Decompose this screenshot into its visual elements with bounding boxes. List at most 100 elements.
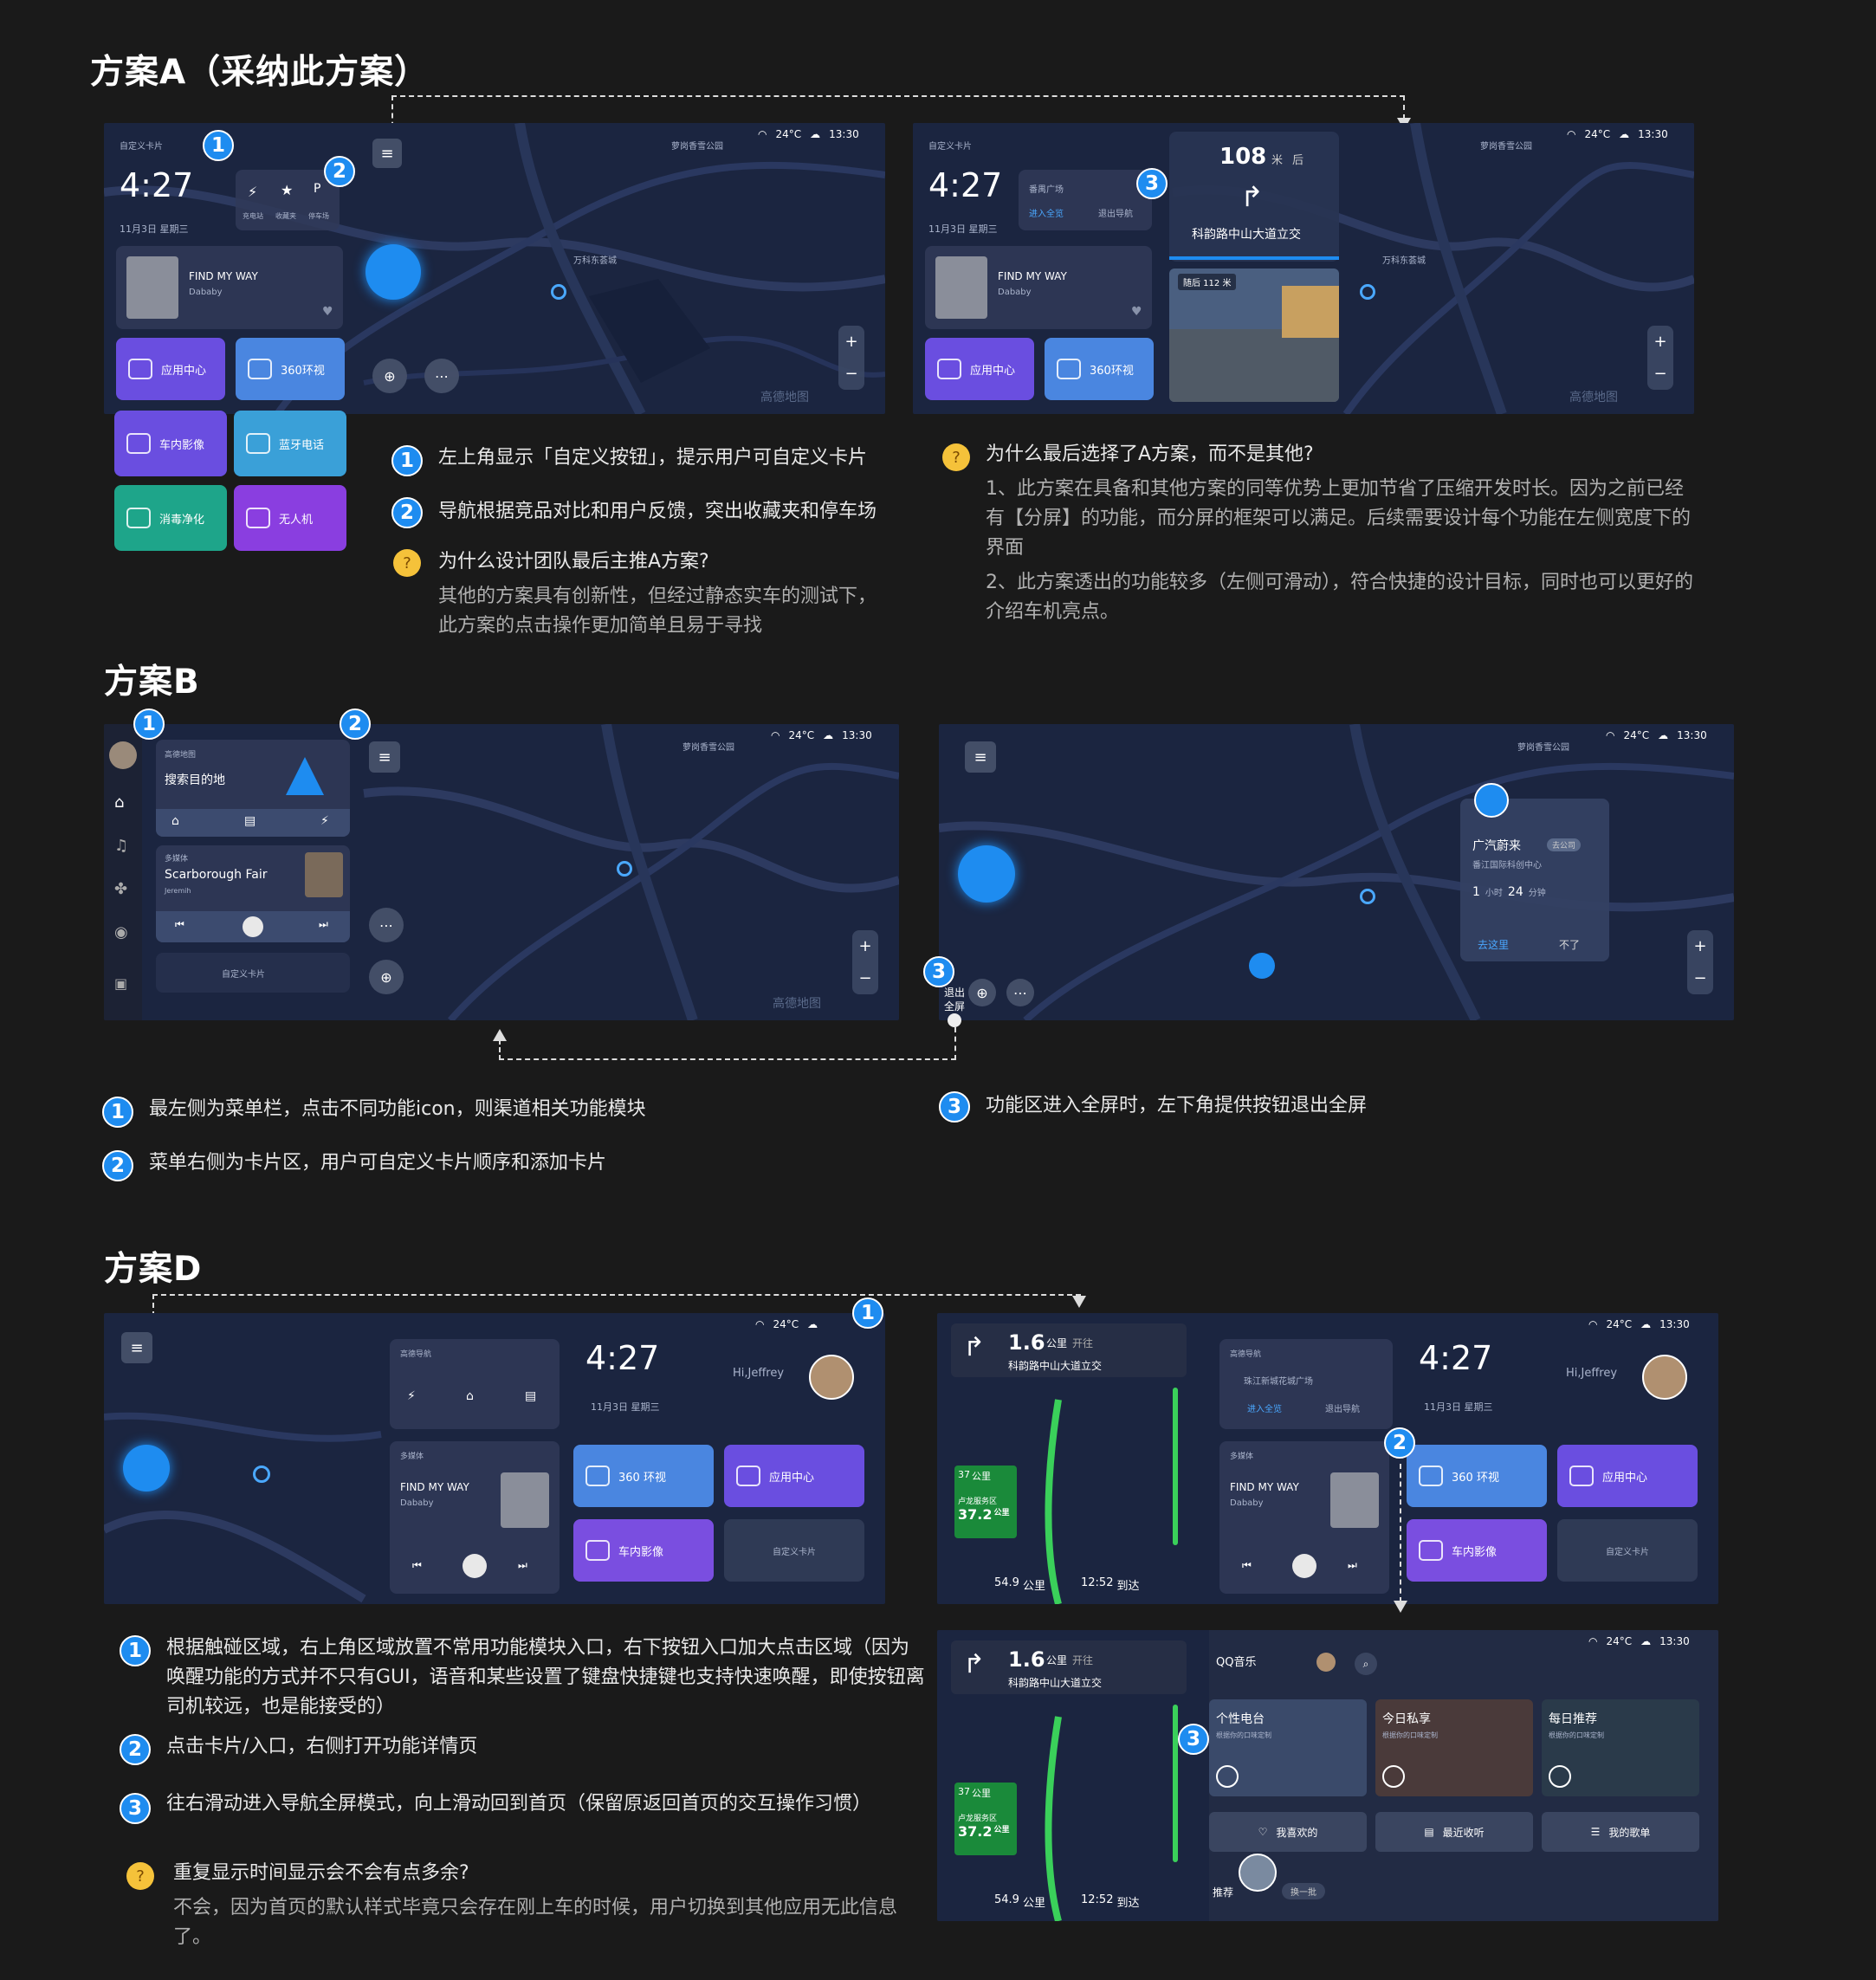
app-center-tile[interactable]: 应用中心: [1557, 1445, 1698, 1507]
nav-mini-card[interactable]: 高德导航 珠江新城花城广场 进入全览 退出导航: [1219, 1339, 1393, 1429]
search-dest[interactable]: 搜索目的地: [165, 771, 225, 788]
car-video-tile[interactable]: 车内影像: [114, 411, 227, 476]
pause-icon[interactable]: [1292, 1554, 1316, 1578]
search-icon[interactable]: ⌕: [1355, 1653, 1377, 1675]
nav-exit-button[interactable]: 退出导航: [1325, 1401, 1360, 1414]
heart-icon[interactable]: ♥: [1131, 305, 1142, 319]
play-icon[interactable]: [1216, 1765, 1239, 1788]
custom-card-label[interactable]: 自定义卡片: [928, 139, 972, 152]
play-icon[interactable]: [1382, 1765, 1405, 1788]
music-card[interactable]: 多媒体 FIND MY WAY Dababy ⏮ ⏭: [1219, 1441, 1389, 1594]
nav-full-button[interactable]: 进入全览: [1247, 1401, 1282, 1414]
home-icon[interactable]: ⌂: [466, 1389, 474, 1403]
avatar[interactable]: [109, 741, 137, 769]
exit-fullscreen-button[interactable]: 退出全屏: [944, 986, 968, 1013]
parking-icon[interactable]: P: [314, 182, 320, 196]
globe-icon[interactable]: ◉: [114, 923, 128, 941]
car-position-icon: [365, 244, 421, 300]
poi-card[interactable]: 广汽蔚来 去公司 番江国际科创中心 1 小时 24 分钟 去这里 不了: [1460, 783, 1609, 961]
work-icon[interactable]: ▤: [525, 1389, 536, 1403]
zoom-control[interactable]: + −: [1647, 326, 1673, 390]
menu-icon[interactable]: ≡: [372, 139, 402, 168]
play-icon[interactable]: [1549, 1765, 1571, 1788]
apps-icon[interactable]: ✤: [114, 880, 127, 898]
view360-tile[interactable]: 360环视: [236, 338, 345, 400]
nav-exit-button[interactable]: 退出导航: [1098, 206, 1133, 219]
prev-icon[interactable]: ⏮: [1242, 1559, 1252, 1572]
star-icon[interactable]: ★: [281, 182, 293, 198]
poi-cancel-button[interactable]: 不了: [1559, 937, 1580, 952]
custom-card-tile[interactable]: 自定义卡片: [724, 1519, 864, 1582]
nav-full-button[interactable]: 进入全览: [1029, 206, 1064, 219]
nav-guidance-bar[interactable]: ↱ 1.6 公里 开往 科韵路中山大道立交: [951, 1323, 1187, 1377]
playlist-card-2[interactable]: 今日私享 根据你的口味定制: [1375, 1699, 1533, 1796]
home-icon[interactable]: ⌂: [171, 814, 179, 828]
poi-marker-icon[interactable]: [1249, 953, 1275, 979]
zoom-control[interactable]: + −: [1687, 930, 1713, 994]
avatar[interactable]: [1316, 1653, 1336, 1672]
zoom-control[interactable]: + −: [852, 930, 878, 994]
charge-icon[interactable]: ⚡: [407, 1389, 416, 1403]
avatar[interactable]: [809, 1355, 854, 1400]
menu-icon[interactable]: ≡: [121, 1332, 152, 1363]
music-card[interactable]: FIND MY WAY Dababy ♥: [116, 246, 343, 329]
refresh-button[interactable]: 换一批: [1282, 1883, 1325, 1899]
map-view[interactable]: [939, 724, 1734, 1020]
nav-card[interactable]: 高德导航 ⚡ ⌂ ▤: [390, 1339, 560, 1429]
sanitize-tile[interactable]: 消毒净化: [114, 485, 227, 551]
music-card[interactable]: 多媒体 Scarborough Fair Jeremih ⏮ ⏭: [156, 845, 350, 942]
view360-tile[interactable]: 360环视: [1045, 338, 1154, 400]
menu-icon[interactable]: ≡: [965, 741, 996, 773]
custom-card-tile[interactable]: 自定义卡片: [1557, 1519, 1698, 1582]
locate-button[interactable]: ⊕: [968, 979, 996, 1006]
music-icon[interactable]: ♫: [114, 837, 128, 855]
pause-icon[interactable]: [463, 1554, 487, 1578]
more-button[interactable]: ⋯: [1006, 979, 1034, 1006]
nav-guidance-card[interactable]: 108 米 后 ↱ 科韵路中山大道立交: [1169, 132, 1339, 262]
charge-icon[interactable]: ⚡: [320, 814, 329, 828]
app-center-tile[interactable]: 应用中心: [724, 1445, 864, 1507]
next-icon[interactable]: ⏭: [518, 1559, 527, 1572]
more-button[interactable]: ⋯: [424, 359, 459, 393]
car-video-tile[interactable]: 车内影像: [1407, 1519, 1547, 1582]
next-icon[interactable]: ⏭: [1348, 1559, 1357, 1572]
bt-phone-tile[interactable]: 蓝牙电话: [234, 411, 346, 476]
nav-card[interactable]: 高德地图 搜索目的地 ⌂ ▤ ⚡: [156, 740, 350, 837]
drone-tile[interactable]: 无人机: [234, 485, 346, 551]
custom-card-label: 自定义卡片: [222, 970, 265, 980]
camera-icon[interactable]: ▣: [114, 975, 127, 992]
view360-tile[interactable]: 360 环视: [1407, 1445, 1547, 1507]
prev-icon[interactable]: ⏮: [412, 1559, 422, 1572]
locate-button[interactable]: ⊕: [369, 960, 404, 994]
charge-icon[interactable]: ⚡: [248, 184, 257, 200]
zoom-control[interactable]: + −: [838, 326, 864, 390]
prev-icon[interactable]: ⏮: [175, 918, 184, 931]
avatar[interactable]: [1642, 1355, 1687, 1400]
playlist-card-1[interactable]: 个性电台 根据你的口味定制: [1209, 1699, 1367, 1796]
music-card[interactable]: FIND MY WAY Dababy ♥: [925, 246, 1152, 329]
playlist-button[interactable]: ☰ 我的歌单: [1542, 1812, 1699, 1852]
album-art: [1239, 1854, 1277, 1892]
work-icon[interactable]: ▤: [244, 814, 256, 828]
home-icon[interactable]: ⌂: [114, 793, 124, 812]
view360-tile[interactable]: 360 环视: [573, 1445, 714, 1507]
heart-icon[interactable]: ♥: [322, 305, 333, 319]
more-button[interactable]: ⋯: [369, 908, 404, 942]
pause-icon[interactable]: [243, 916, 263, 937]
nav-guidance-bar[interactable]: ↱ 1.6 公里 开往 科韵路中山大道立交: [951, 1640, 1187, 1694]
playlist-card-3[interactable]: 每日推荐 根据你的口味定制: [1542, 1699, 1699, 1796]
liked-button[interactable]: ♡ 我喜欢的: [1209, 1812, 1367, 1852]
locate-button[interactable]: ⊕: [372, 359, 407, 393]
poi-go-button[interactable]: 去这里: [1478, 937, 1509, 952]
app-center-tile[interactable]: 应用中心: [116, 338, 225, 400]
recent-button[interactable]: ▤ 最近收听: [1375, 1812, 1533, 1852]
custom-card-slot[interactable]: 自定义卡片: [156, 953, 350, 993]
menu-icon[interactable]: ≡: [369, 741, 400, 773]
custom-card-label[interactable]: 自定义卡片: [120, 139, 163, 152]
album-art: [305, 852, 343, 897]
car-video-tile[interactable]: 车内影像: [573, 1519, 714, 1582]
nav-mini-card[interactable]: 番禺广场 进入全览 退出导航: [1019, 170, 1152, 230]
music-card[interactable]: 多媒体 FIND MY WAY Dababy ⏮ ⏭: [390, 1441, 560, 1594]
next-icon[interactable]: ⏭: [319, 918, 328, 931]
app-center-tile[interactable]: 应用中心: [925, 338, 1034, 400]
